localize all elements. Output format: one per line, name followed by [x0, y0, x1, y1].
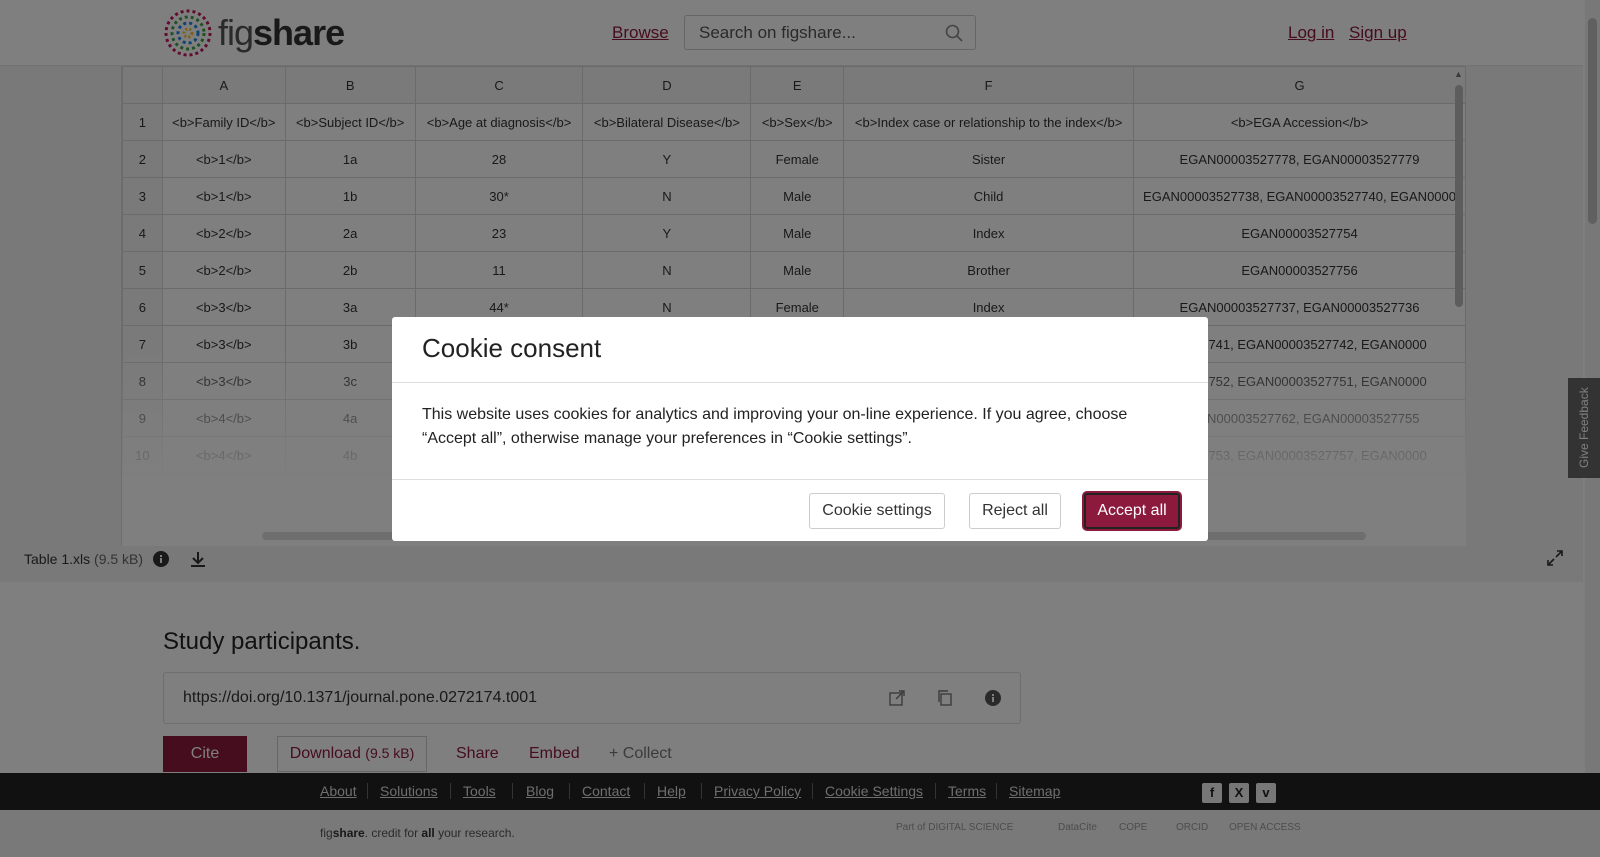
cookie-consent-dialog: Cookie consent This website uses cookies… — [392, 317, 1208, 541]
cookie-dialog-body: This website uses cookies for analytics … — [422, 406, 1128, 447]
divider — [392, 382, 1208, 383]
reject-all-button[interactable]: Reject all — [969, 493, 1061, 529]
accept-all-button[interactable]: Accept all — [1084, 493, 1180, 529]
cookie-dialog-title: Cookie consent — [422, 333, 602, 363]
page: figshare Browse Log in Sign up ABCDEFG 1… — [0, 0, 1600, 857]
cookie-settings-button[interactable]: Cookie settings — [809, 493, 945, 529]
divider — [392, 479, 1208, 480]
